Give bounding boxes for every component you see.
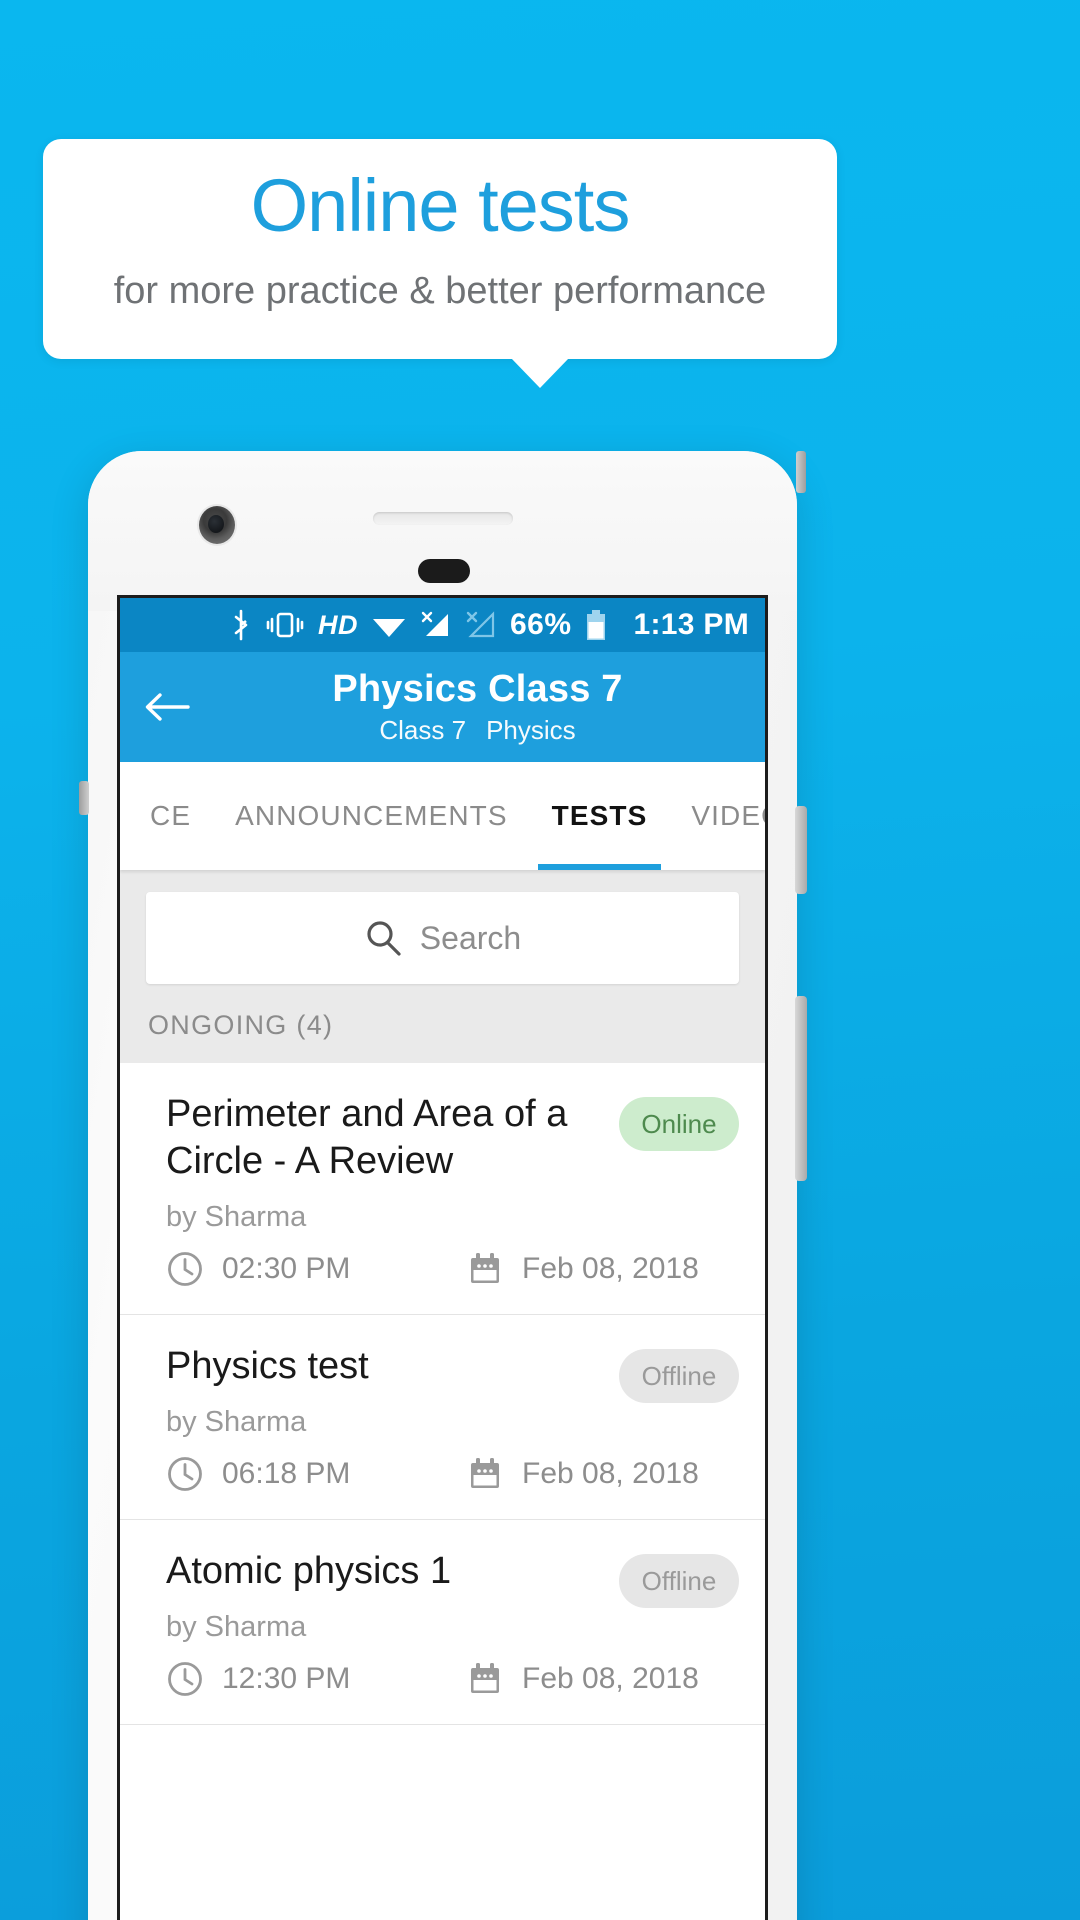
tests-list: Perimeter and Area of a Circle - A Revie… [120, 1063, 765, 1725]
wifi-icon [372, 619, 405, 637]
front-camera-icon [199, 506, 235, 544]
phone-mockup: HD 66% 1:13 PM Physics Class 7 Class 7 Ph… [79, 451, 807, 1920]
earpiece-speaker [373, 512, 513, 525]
status-badge: Offline [619, 1349, 739, 1403]
test-time-group: 12:30 PM [166, 1660, 466, 1698]
promo-headline: Online tests [250, 164, 631, 247]
phone-volume-button [795, 996, 807, 1181]
test-time: 12:30 PM [222, 1662, 351, 1695]
status-time: 1:13 PM [633, 608, 749, 641]
breadcrumb-subject: Physics [486, 715, 576, 745]
test-meta: 06:18 PM Feb 08, 2018 [166, 1455, 739, 1493]
test-date: Feb 08, 2018 [522, 1662, 699, 1695]
promo-subheadline: for more practice & better performance [113, 270, 767, 312]
test-time-group: 06:18 PM [166, 1455, 466, 1493]
phone-power-button [795, 806, 807, 894]
search-area: Search [120, 870, 765, 1010]
calendar-icon [471, 1253, 499, 1283]
test-date: Feb 08, 2018 [522, 1457, 699, 1490]
promo-screenshot: Online tests for more practice & better … [0, 0, 1080, 1920]
battery-icon [586, 610, 605, 640]
test-author: by Sharma [166, 1201, 307, 1233]
proximity-sensor [418, 559, 470, 583]
phone-top-bezel [88, 451, 797, 611]
callout-tail [511, 358, 569, 388]
table-row[interactable]: Atomic physics 1 Offline by Sharma 12:30… [120, 1520, 765, 1725]
vibrate-icon [266, 612, 304, 638]
calendar-icon [471, 1663, 499, 1693]
status-badge: Online [619, 1097, 739, 1151]
page-title: Physics Class 7 [332, 668, 623, 710]
phone-screen: HD 66% 1:13 PM Physics Class 7 Class 7 Ph… [117, 595, 768, 1920]
clock-icon [168, 1457, 202, 1491]
clock-icon [168, 1252, 202, 1286]
signal-2-icon [466, 611, 495, 638]
test-time-group: 02:30 PM [166, 1250, 466, 1288]
section-header-ongoing: ONGOING (4) [120, 1010, 765, 1063]
calendar-icon [471, 1458, 499, 1488]
phone-top-button [796, 451, 806, 493]
bluetooth-icon [234, 609, 248, 641]
search-placeholder: Search [419, 919, 522, 956]
test-meta: 02:30 PM Feb 08, 2018 [166, 1250, 739, 1288]
table-row[interactable]: Perimeter and Area of a Circle - A Revie… [120, 1063, 765, 1315]
status-badge: Offline [619, 1554, 739, 1608]
promo-callout-card: Online tests for more practice & better … [43, 139, 837, 359]
test-author: by Sharma [166, 1406, 307, 1438]
table-row[interactable]: Physics test Offline by Sharma 06:18 PM … [120, 1315, 765, 1520]
test-date-group: Feb 08, 2018 [466, 1455, 699, 1493]
tab-announcements[interactable]: ANNOUNCEMENTS [213, 762, 530, 870]
app-bar: Physics Class 7 Class 7 Physics [120, 652, 765, 762]
test-author: by Sharma [166, 1611, 307, 1643]
hd-icon: HD [317, 609, 358, 640]
test-date-group: Feb 08, 2018 [466, 1250, 699, 1288]
search-input[interactable]: Search [146, 892, 739, 984]
breadcrumb: Class 7 Physics [210, 712, 745, 748]
test-time: 06:18 PM [222, 1457, 351, 1490]
battery-percent-label: 66% [509, 608, 572, 641]
phone-left-button [79, 781, 89, 815]
status-bar: HD 66% 1:13 PM [120, 598, 765, 652]
breadcrumb-class: Class 7 [379, 715, 467, 745]
back-arrow-icon[interactable] [144, 690, 190, 724]
test-date-group: Feb 08, 2018 [466, 1660, 699, 1698]
tab-tests[interactable]: TESTS [530, 762, 670, 870]
tab-bar: CE ANNOUNCEMENTS TESTS VIDEOS [120, 762, 765, 870]
tab-ce[interactable]: CE [120, 762, 213, 870]
signal-1-icon [421, 611, 448, 636]
test-meta: 12:30 PM Feb 08, 2018 [166, 1660, 739, 1698]
search-icon [367, 921, 401, 956]
app-bar-titles: Physics Class 7 Class 7 Physics [210, 666, 745, 748]
test-date: Feb 08, 2018 [522, 1252, 699, 1285]
test-time: 02:30 PM [222, 1252, 351, 1285]
tab-videos[interactable]: VIDEOS [669, 762, 765, 870]
clock-icon [168, 1662, 202, 1696]
